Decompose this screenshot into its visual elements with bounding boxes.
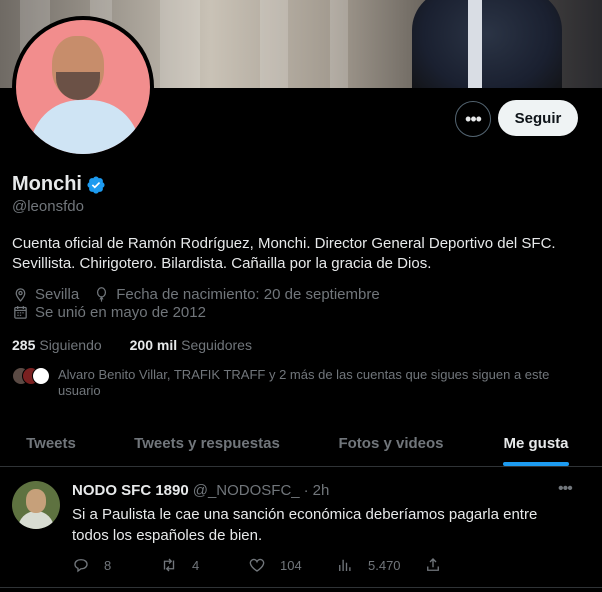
reply-count: 8 xyxy=(104,557,112,573)
active-tab-indicator xyxy=(503,462,569,466)
share-icon xyxy=(427,558,439,571)
profile-meta-row: Sevilla Fecha de nacimiento: 20 de septi… xyxy=(12,286,380,303)
reply-button[interactable]: 8 xyxy=(72,556,160,574)
tweet-actions: 8 4 104 5.470 xyxy=(72,556,512,574)
tweet-separator: · xyxy=(303,482,309,499)
tab-tweets-replies-label: Tweets y respuestas xyxy=(134,434,280,452)
profile-joined-row: Se unió en mayo de 2012 xyxy=(12,304,206,321)
profile-name-row: Monchi xyxy=(12,173,106,196)
follow-button[interactable]: Seguir xyxy=(498,100,578,136)
balloon-icon xyxy=(97,287,107,302)
tab-media-label: Fotos y videos xyxy=(338,434,444,452)
mutual-avatars xyxy=(12,367,50,385)
following-count: 285 xyxy=(12,337,36,353)
tab-likes-label: Me gusta xyxy=(503,434,569,452)
more-options-button[interactable]: ••• xyxy=(455,101,491,137)
tab-tweets[interactable]: Tweets xyxy=(0,420,102,466)
tweet-time[interactable]: 2h xyxy=(313,482,330,499)
mutual-followers-text: Alvaro Benito Villar, TRAFIK TRAFF y 2 m… xyxy=(58,367,550,398)
retweet-icon xyxy=(163,558,175,572)
retweet-button[interactable]: 4 xyxy=(160,556,248,574)
profile-handle: @leonsfdo xyxy=(12,198,84,215)
retweet-count: 4 xyxy=(192,557,200,573)
profile-avatar[interactable] xyxy=(12,16,154,158)
reply-icon xyxy=(74,559,88,573)
followers-label: Seguidores xyxy=(181,337,252,353)
profile-bio: Cuenta oficial de Ramón Rodríguez, Monch… xyxy=(12,235,556,272)
profile-location: Sevilla xyxy=(35,286,80,303)
tab-tweets-label: Tweets xyxy=(26,434,76,452)
tweet-author-handle[interactable]: @_NODOSFC_ xyxy=(193,482,300,499)
tweet-author-avatar[interactable] xyxy=(12,481,60,529)
location-icon xyxy=(15,288,26,302)
profile-birthday: Fecha de nacimiento: 20 de septiembre xyxy=(116,286,380,303)
like-count: 104 xyxy=(280,557,302,573)
like-button[interactable]: 104 xyxy=(248,556,336,574)
verified-badge-icon xyxy=(87,175,105,194)
follow-stats: 285 Siguiendo 200 mil Seguidores xyxy=(12,337,252,353)
profile-name: Monchi xyxy=(12,173,82,195)
mutual-followers[interactable]: Alvaro Benito Villar, TRAFIK TRAFF y 2 m… xyxy=(12,367,572,399)
more-icon: ••• xyxy=(465,108,482,129)
tweet[interactable]: NODO SFC 1890 @_NODOSFC_ · 2h ••• Si a P… xyxy=(0,468,602,588)
tab-media[interactable]: Fotos y videos xyxy=(312,420,470,466)
tweet-more-icon[interactable]: ••• xyxy=(558,480,573,498)
profile-joined: Se unió en mayo de 2012 xyxy=(35,304,206,321)
calendar-icon xyxy=(14,306,27,319)
tab-likes[interactable]: Me gusta xyxy=(470,420,602,466)
following-label: Siguiendo xyxy=(39,337,102,353)
tweet-header: NODO SFC 1890 @_NODOSFC_ · 2h xyxy=(72,482,329,499)
tweet-author-name[interactable]: NODO SFC 1890 xyxy=(72,482,189,499)
followers-link[interactable]: 200 mil Seguidores xyxy=(130,337,252,353)
views-chart-icon xyxy=(339,559,351,571)
share-button[interactable] xyxy=(424,556,512,574)
following-link[interactable]: 285 Siguiendo xyxy=(12,337,102,353)
followers-count: 200 mil xyxy=(129,337,178,353)
profile-tabs: Tweets Tweets y respuestas Fotos y video… xyxy=(0,420,602,467)
views-count: 5.470 xyxy=(368,557,401,573)
tab-tweets-replies[interactable]: Tweets y respuestas xyxy=(102,420,312,466)
views-button[interactable]: 5.470 xyxy=(336,556,424,574)
heart-icon xyxy=(249,558,265,572)
tweet-text: Si a Paulista le cae una sanción económi… xyxy=(72,506,538,544)
